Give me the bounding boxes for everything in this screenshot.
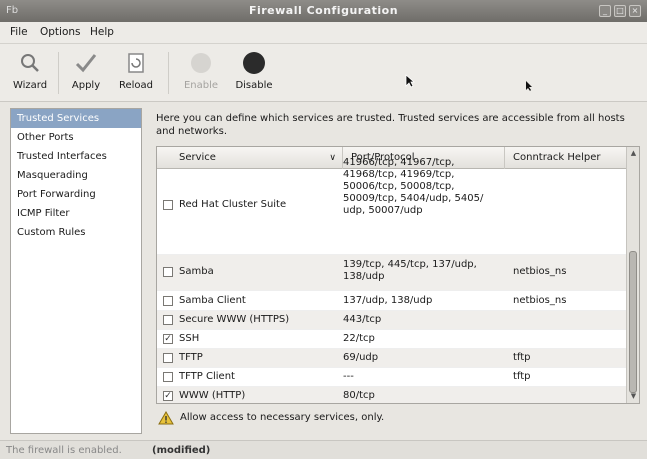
- table-row[interactable]: ✓ WWW (HTTP) 80/tcp: [157, 387, 627, 403]
- port-protocol: 443/tcp: [343, 314, 382, 325]
- reload-button[interactable]: Reload: [112, 48, 160, 98]
- status-text: The firewall is enabled.: [6, 445, 122, 456]
- port-protocol: 69/udp: [343, 352, 379, 363]
- scroll-up-icon[interactable]: ▲: [628, 148, 639, 159]
- disable-label: Disable: [235, 80, 273, 91]
- table-row[interactable]: Red Hat Cluster Suite 41966/tcp, 41967/t…: [157, 155, 627, 255]
- apply-button[interactable]: Apply: [64, 48, 108, 98]
- menu-bar: File Options Help: [0, 22, 647, 44]
- checkbox-tftp-client[interactable]: [163, 372, 173, 382]
- port-protocol: 41966/tcp, 41967/tcp, 41968/tcp, 41969/t…: [343, 157, 484, 216]
- maximize-icon[interactable]: □: [614, 5, 626, 17]
- menu-file[interactable]: File: [10, 26, 28, 38]
- reload-icon: [128, 53, 144, 73]
- wizard-button[interactable]: Wizard: [8, 48, 52, 98]
- checkmark-icon: [75, 54, 97, 73]
- port-protocol: ---: [343, 371, 354, 382]
- table-row[interactable]: Secure WWW (HTTPS) 443/tcp: [157, 311, 627, 330]
- vertical-scrollbar[interactable]: ▲ ▼: [626, 147, 639, 403]
- info-notice: Allow access to necessary services, only…: [156, 408, 636, 428]
- port-protocol: 22/tcp: [343, 333, 375, 344]
- conntrack-helper: tftp: [513, 371, 531, 382]
- conntrack-helper: netbios_ns: [513, 266, 567, 277]
- sidebar-item-trusted-services[interactable]: Trusted Services: [11, 109, 141, 128]
- status-bar: The firewall is enabled. (modified): [0, 440, 647, 459]
- mouse-cursor-icon: [405, 74, 415, 88]
- table-row[interactable]: Samba 139/tcp, 445/tcp, 137/udp, 138/udp…: [157, 255, 627, 291]
- menu-help[interactable]: Help: [90, 26, 114, 38]
- enable-label: Enable: [183, 80, 219, 91]
- wizard-icon: [21, 54, 39, 72]
- checkbox-secure-www-https[interactable]: [163, 315, 173, 325]
- port-protocol: 80/tcp: [343, 390, 375, 401]
- sidebar-item-port-forwarding[interactable]: Port Forwarding: [11, 185, 141, 204]
- port-protocol: 139/tcp, 445/tcp, 137/udp, 138/udp: [343, 259, 477, 282]
- checkbox-tftp[interactable]: [163, 353, 173, 363]
- enable-icon: [191, 53, 211, 73]
- title-bar: Fb Firewall Configuration _ □ ×: [0, 0, 647, 22]
- description-text: Here you can define which services are t…: [156, 113, 625, 137]
- menu-options[interactable]: Options: [40, 26, 81, 38]
- close-icon[interactable]: ×: [629, 5, 641, 17]
- service-name: TFTP Client: [179, 371, 235, 382]
- service-name: SSH: [179, 333, 200, 344]
- port-protocol: 137/udp, 138/udp: [343, 295, 433, 306]
- table-row[interactable]: TFTP Client --- tftp: [157, 368, 627, 387]
- scrollbar-thumb[interactable]: [629, 251, 637, 393]
- toolbar-separator: [58, 52, 59, 94]
- reload-label: Reload: [118, 80, 154, 91]
- checkbox-samba[interactable]: [163, 267, 173, 277]
- pointer-icon: [526, 81, 532, 91]
- wizard-label: Wizard: [12, 80, 48, 91]
- toolbar-separator: [168, 52, 169, 94]
- checkbox-ssh[interactable]: ✓: [163, 334, 173, 344]
- toolbar: Wizard Apply Reload Enable Disable: [0, 44, 647, 102]
- scroll-down-icon[interactable]: ▼: [628, 391, 639, 402]
- service-name: WWW (HTTP): [179, 390, 246, 401]
- checkbox-red-hat-cluster-suite[interactable]: [163, 200, 173, 210]
- status-modified: (modified): [152, 445, 211, 456]
- sidebar-item-masquerading[interactable]: Masquerading: [11, 166, 141, 185]
- sidebar-item-custom-rules[interactable]: Custom Rules: [11, 223, 141, 242]
- apply-label: Apply: [71, 80, 101, 91]
- conntrack-helper: netbios_ns: [513, 295, 567, 306]
- service-name: Samba: [179, 266, 214, 277]
- enable-button[interactable]: Enable: [178, 48, 224, 98]
- checkbox-samba-client[interactable]: [163, 296, 173, 306]
- disable-icon: [243, 52, 265, 74]
- conntrack-helper: tftp: [513, 352, 531, 363]
- notice-text: Allow access to necessary services, only…: [180, 412, 385, 423]
- disable-button[interactable]: Disable: [228, 48, 280, 98]
- service-name: Samba Client: [179, 295, 246, 306]
- warning-icon: [158, 411, 174, 425]
- table-row[interactable]: TFTP 69/udp tftp: [157, 349, 627, 368]
- sidebar-item-icmp-filter[interactable]: ICMP Filter: [11, 204, 141, 223]
- sidebar-item-other-ports[interactable]: Other Ports: [11, 128, 141, 147]
- window-title: Firewall Configuration: [248, 4, 399, 17]
- service-name: Red Hat Cluster Suite: [179, 199, 287, 210]
- services-table: Service ∨ Port/Protocol Conntrack Helper…: [156, 146, 640, 404]
- main-panel: Here you can define which services are t…: [148, 108, 640, 434]
- service-name: Secure WWW (HTTPS): [179, 314, 290, 325]
- table-row[interactable]: Samba Client 137/udp, 138/udp netbios_ns: [157, 291, 627, 311]
- service-name: TFTP: [179, 352, 203, 363]
- sidebar: Trusted Services Other Ports Trusted Int…: [10, 108, 142, 434]
- minimize-icon[interactable]: _: [599, 5, 611, 17]
- table-row[interactable]: ✓ SSH 22/tcp: [157, 330, 627, 349]
- sidebar-item-trusted-interfaces[interactable]: Trusted Interfaces: [11, 147, 141, 166]
- checkbox-www-http[interactable]: ✓: [163, 391, 173, 401]
